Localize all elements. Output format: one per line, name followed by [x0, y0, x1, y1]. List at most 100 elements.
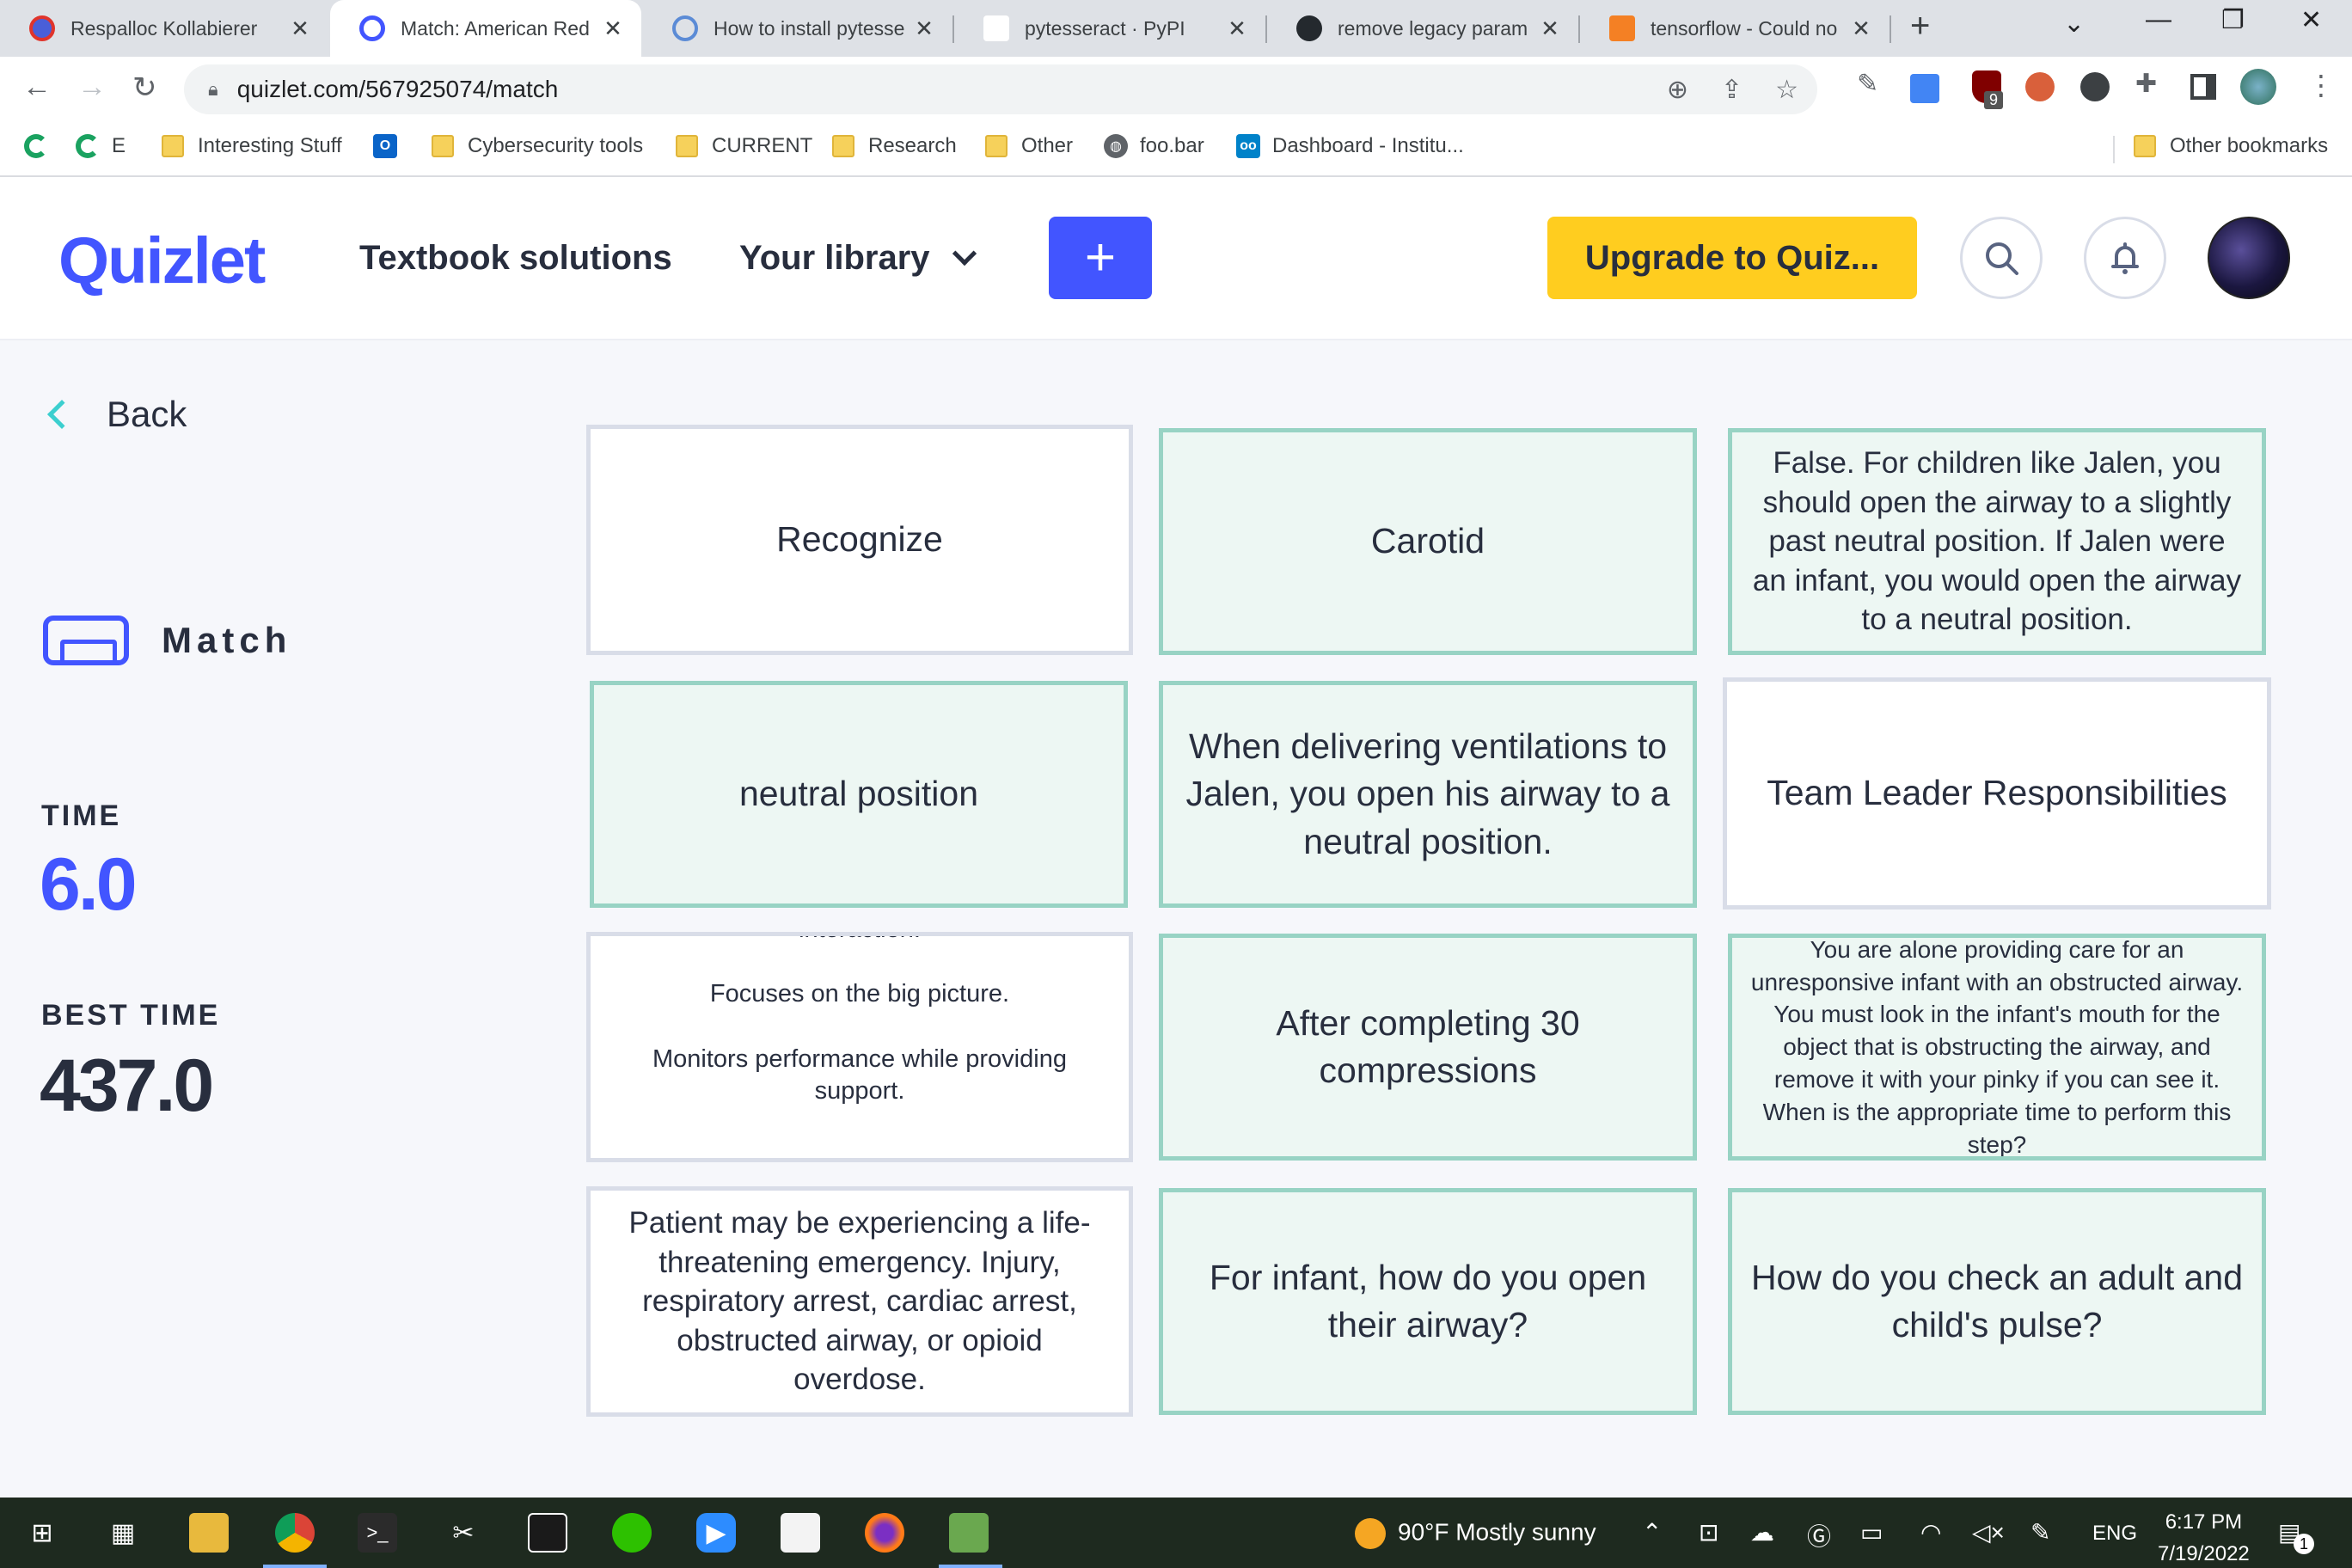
- respalloc-icon: [29, 15, 55, 41]
- match-card[interactable]: False. For children like Jalen, you shou…: [1728, 428, 2266, 655]
- match-card[interactable]: For infant, how do you open their airway…: [1159, 1188, 1697, 1415]
- google-translate-extension-icon[interactable]: [1910, 74, 1939, 103]
- bookmark-dashboard[interactable]: oo Dashboard - Institu...: [1236, 134, 1464, 158]
- profile-avatar-icon[interactable]: [2240, 69, 2276, 105]
- upgrade-button[interactable]: Upgrade to Quiz...: [1547, 217, 1917, 299]
- share-icon[interactable]: ⇪: [1721, 75, 1743, 105]
- bookmark-e[interactable]: E: [76, 134, 126, 158]
- tab-search-icon[interactable]: ⌄: [2063, 9, 2085, 39]
- quizlet-logo[interactable]: Quizlet: [58, 224, 266, 298]
- notification-count-badge: 1: [2294, 1534, 2314, 1554]
- eyedropper-extension-icon[interactable]: ✎: [1857, 69, 1878, 99]
- outlook-icon: O: [373, 134, 397, 158]
- bookmark-outlook[interactable]: O: [373, 134, 409, 158]
- bookmark-current[interactable]: CURRENT: [676, 134, 812, 158]
- globe-icon: ◍: [1104, 134, 1128, 158]
- extensions-puzzle-icon[interactable]: ✚: [2135, 69, 2157, 99]
- best-time-label: BEST TIME: [41, 999, 221, 1032]
- grammarly-icon[interactable]: Ⓖ: [1807, 1518, 1831, 1553]
- zoom-icon[interactable]: ⊕: [1667, 75, 1688, 105]
- meet-now-icon[interactable]: ⊡: [1699, 1518, 1718, 1547]
- url-text: quizlet.com/567925074/match: [236, 76, 559, 102]
- active-app-indicator: [939, 1565, 1002, 1568]
- pen-icon[interactable]: ✎: [2030, 1518, 2050, 1547]
- match-card[interactable]: When delivering ventilations to Jalen, y…: [1159, 681, 1697, 908]
- snipping-tool-icon[interactable]: ✂: [444, 1513, 483, 1553]
- create-button[interactable]: +: [1049, 217, 1152, 299]
- address-bar[interactable]: 🔒︎ quizlet.com/567925074/match ⊕ ⇪ ☆: [184, 64, 1817, 114]
- chevron-up-icon[interactable]: ⌃: [1642, 1518, 1662, 1547]
- bookmark-other[interactable]: Other: [985, 134, 1073, 158]
- wordpress-extension-icon[interactable]: [2080, 72, 2110, 101]
- folder-icon: [985, 135, 1008, 157]
- match-mode-label: Match: [43, 616, 291, 665]
- language-indicator[interactable]: ENG: [2092, 1522, 2137, 1546]
- close-icon[interactable]: ✕: [287, 15, 313, 42]
- tab-github[interactable]: remove legacy param ✕: [1267, 0, 1578, 57]
- kindle-icon[interactable]: [528, 1513, 567, 1553]
- new-tab-button[interactable]: +: [1910, 7, 1930, 46]
- folder-icon: [162, 135, 184, 157]
- tab-pytesseract-install[interactable]: How to install pytesse ✕: [643, 0, 952, 57]
- windows-start-icon[interactable]: ⊞: [22, 1513, 62, 1553]
- close-icon[interactable]: ✕: [1848, 15, 1874, 42]
- user-avatar[interactable]: [2208, 217, 2290, 299]
- match-card[interactable]: After completing 30 compressions: [1159, 934, 1697, 1161]
- tab-pypi[interactable]: pytesseract · PyPI ✕: [954, 0, 1265, 57]
- bookmark-star-icon[interactable]: ☆: [1775, 75, 1798, 105]
- reload-icon[interactable]: ↻: [132, 70, 157, 105]
- tab-quizlet-match[interactable]: Match: American Red ✕: [330, 0, 641, 57]
- bookmarks-bar: E Interesting Stuff O Cybersecurity tool…: [0, 122, 2352, 177]
- task-view-icon[interactable]: ▦: [103, 1513, 143, 1553]
- lock-icon[interactable]: 🔒︎: [208, 78, 218, 101]
- window-close-icon[interactable]: ✕: [2300, 5, 2322, 35]
- match-card[interactable]: Team Leader Responsibilities: [1723, 677, 2271, 910]
- minimize-icon[interactable]: —: [2146, 5, 2171, 34]
- tab-respalloc[interactable]: Respalloc Kollabierer ✕: [0, 0, 328, 57]
- file-explorer-icon[interactable]: [189, 1513, 229, 1553]
- battery-icon[interactable]: ▭: [1860, 1518, 1883, 1547]
- wechat-icon[interactable]: [612, 1513, 652, 1553]
- close-icon[interactable]: ✕: [600, 15, 626, 42]
- side-panel-icon[interactable]: [2190, 74, 2216, 100]
- notepad-icon[interactable]: [781, 1513, 820, 1553]
- match-card[interactable]: Patient may be experiencing a life-threa…: [586, 1186, 1133, 1417]
- close-icon[interactable]: ✕: [1224, 15, 1250, 42]
- terminal-icon[interactable]: >_: [358, 1513, 397, 1553]
- bookmark-foo-bar[interactable]: ◍ foo.bar: [1104, 134, 1204, 158]
- menu-kebab-icon[interactable]: ⋮: [2307, 69, 2335, 101]
- zoom-icon[interactable]: ▶: [696, 1513, 736, 1553]
- onedrive-cloud-icon[interactable]: ☁: [1750, 1518, 1774, 1547]
- match-card[interactable]: Recognize: [586, 425, 1133, 655]
- github-icon: [1296, 15, 1322, 41]
- back-button[interactable]: Back: [47, 394, 187, 435]
- chrome-icon[interactable]: [275, 1513, 315, 1553]
- image-viewer-icon[interactable]: [949, 1513, 989, 1553]
- fox-extension-icon[interactable]: [2025, 72, 2055, 101]
- match-card[interactable]: interaction. Focuses on the big picture.…: [586, 932, 1133, 1162]
- match-card[interactable]: How do you check an adult and child's pu…: [1728, 1188, 2266, 1415]
- nav-your-library[interactable]: Your library: [739, 239, 977, 278]
- wifi-icon[interactable]: ◠: [1920, 1518, 1941, 1547]
- notifications-button[interactable]: [2084, 217, 2166, 299]
- taskbar-clock[interactable]: 6:17 PM 7/19/2022: [2158, 1506, 2250, 1568]
- tab-stackoverflow[interactable]: tensorflow - Could no ✕: [1580, 0, 1890, 57]
- firefox-icon[interactable]: [865, 1513, 904, 1553]
- bookmark-c[interactable]: [24, 134, 60, 158]
- bookmark-interesting-stuff[interactable]: Interesting Stuff: [162, 134, 342, 158]
- match-card[interactable]: You are alone providing care for an unre…: [1728, 934, 2266, 1161]
- match-card[interactable]: neutral position: [590, 681, 1128, 908]
- search-button[interactable]: [1960, 217, 2043, 299]
- weather-widget[interactable]: 90°F Mostly sunny: [1355, 1518, 1596, 1549]
- bookmark-cybersecurity-tools[interactable]: Cybersecurity tools: [432, 134, 643, 158]
- nav-textbook-solutions[interactable]: Textbook solutions: [359, 239, 672, 278]
- bookmark-other-bookmarks[interactable]: Other bookmarks: [2134, 134, 2328, 158]
- volume-muted-icon[interactable]: ◁×: [1972, 1518, 2005, 1547]
- bookmark-research[interactable]: Research: [832, 134, 957, 158]
- restore-icon[interactable]: ❐: [2221, 5, 2245, 35]
- back-arrow-icon[interactable]: ←: [22, 70, 52, 104]
- close-icon[interactable]: ✕: [911, 15, 937, 42]
- forward-arrow-icon[interactable]: →: [77, 70, 107, 104]
- match-card[interactable]: Carotid: [1159, 428, 1697, 655]
- close-icon[interactable]: ✕: [1537, 15, 1563, 42]
